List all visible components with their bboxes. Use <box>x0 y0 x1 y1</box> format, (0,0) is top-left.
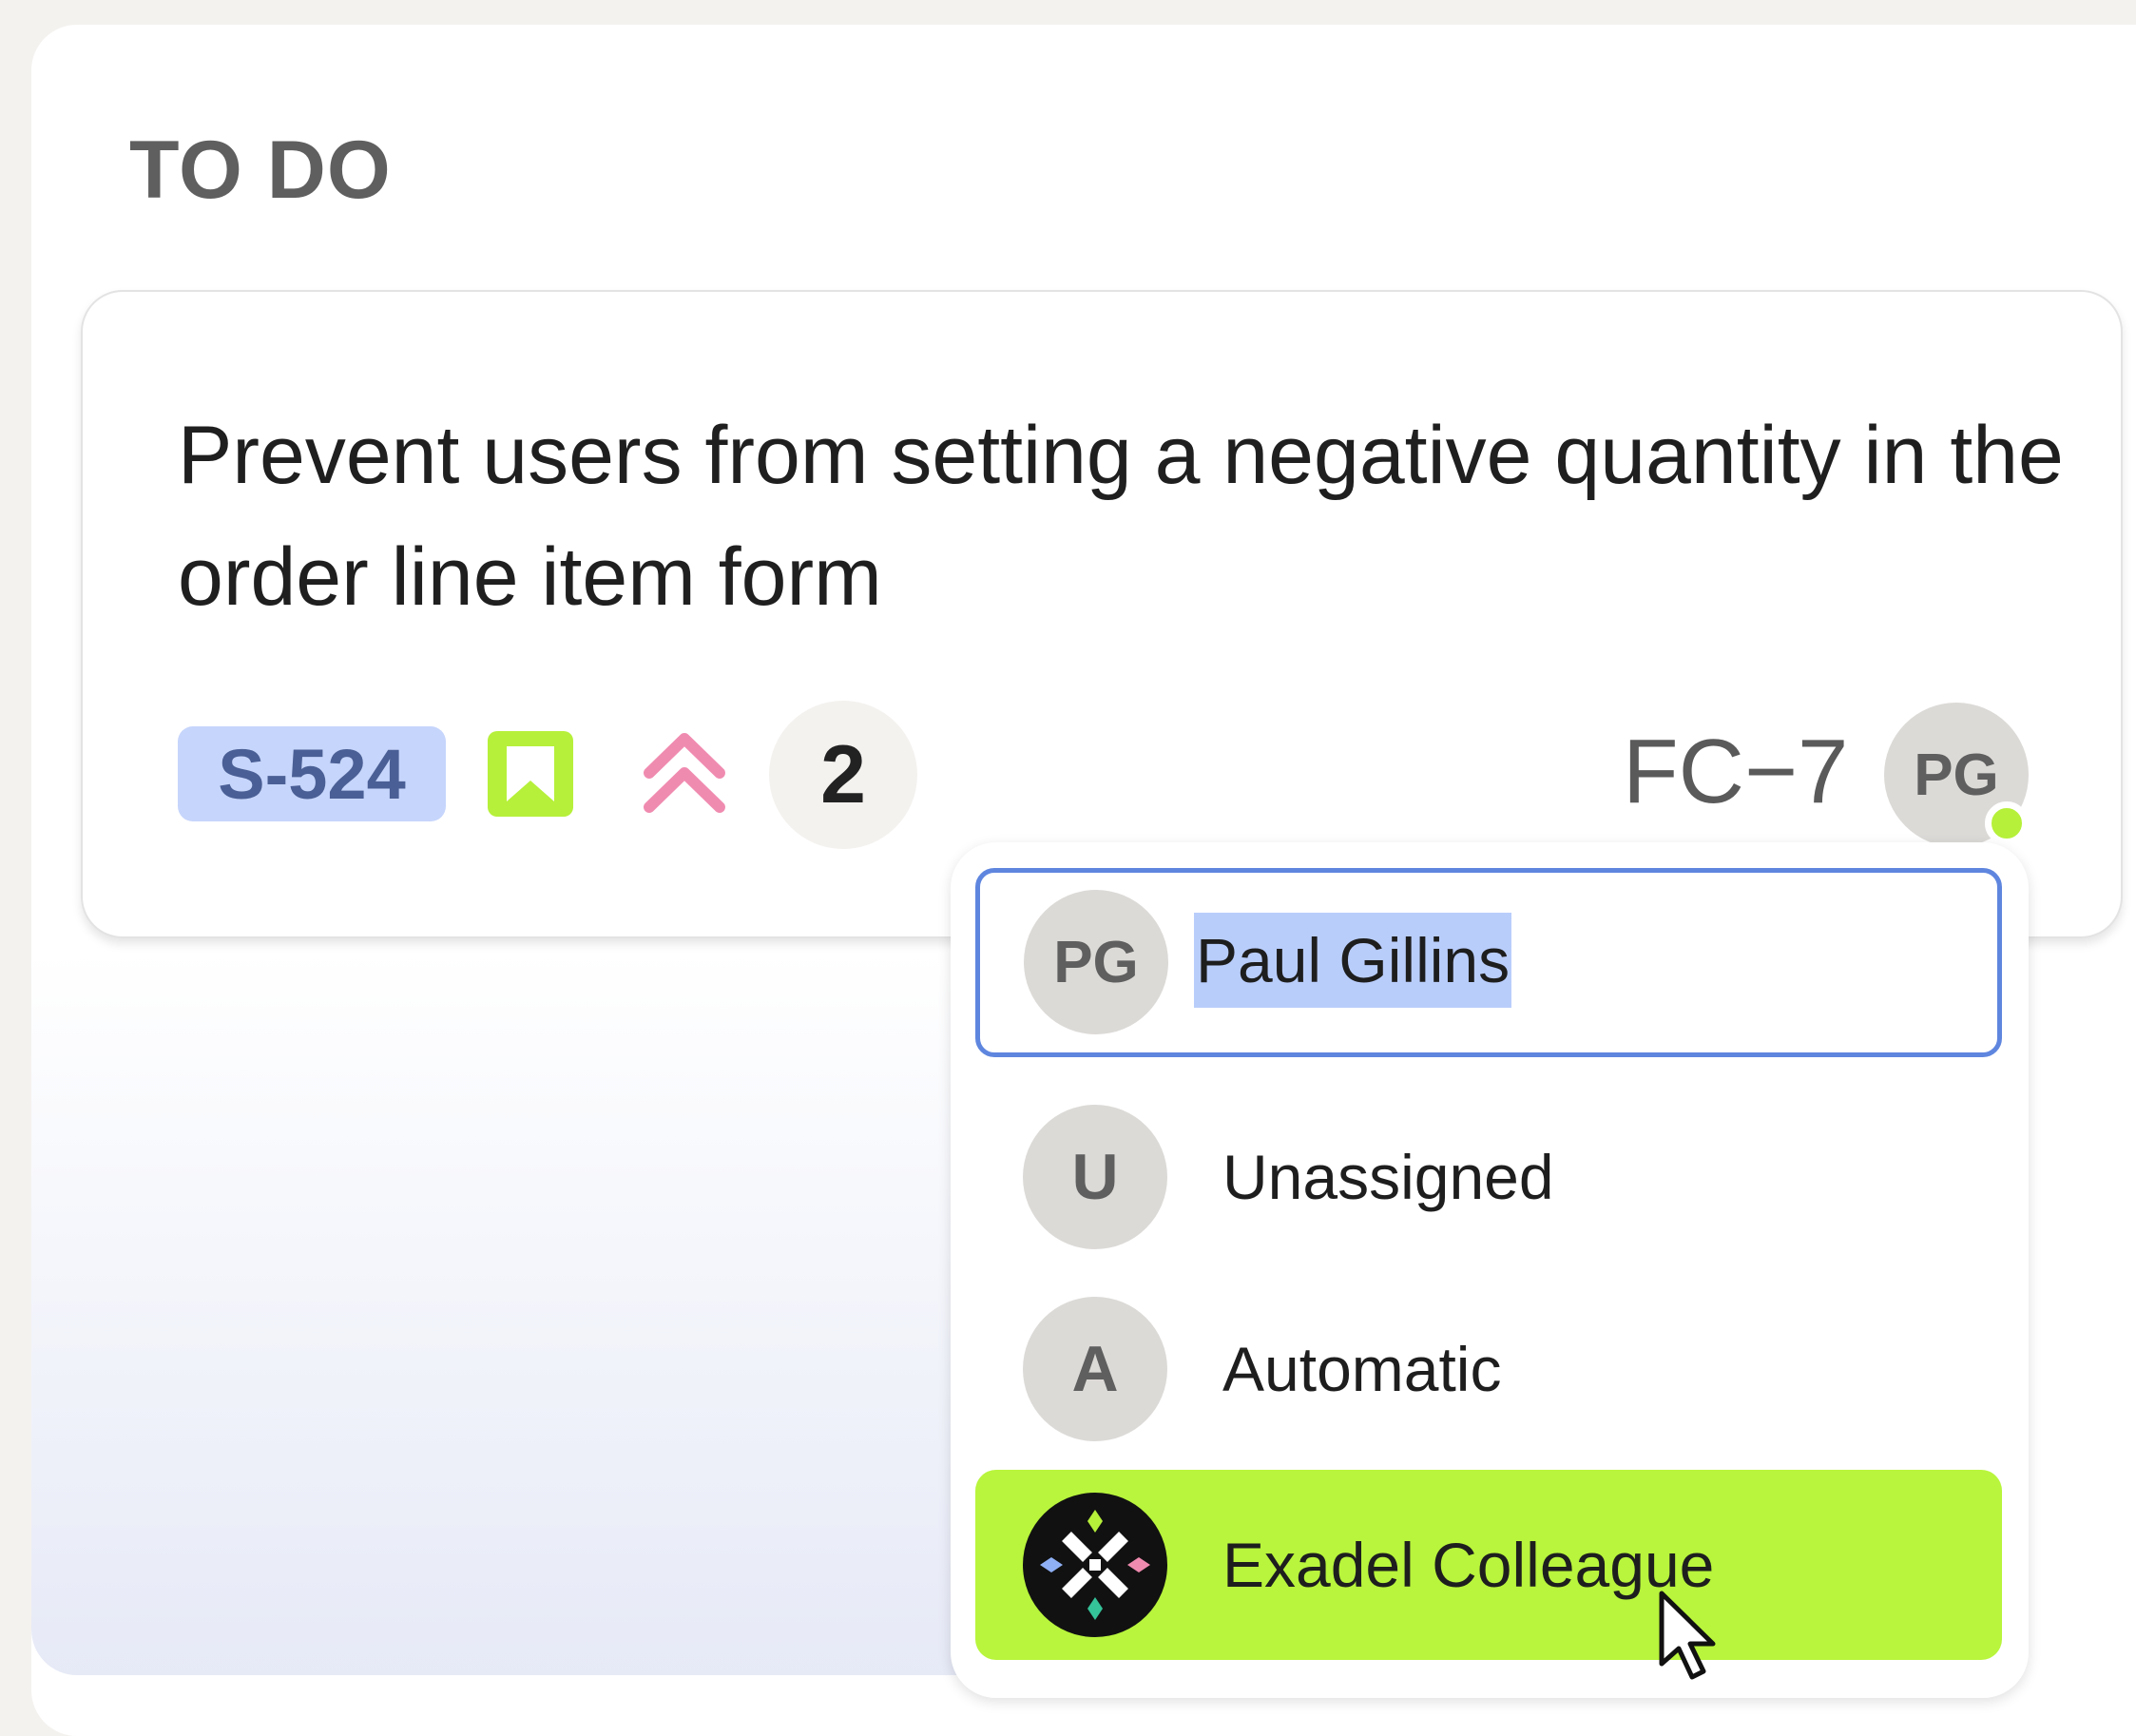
option-label: Unassigned <box>1222 1142 1554 1212</box>
column-title: TO DO <box>129 125 392 216</box>
card-reference: FC−7 <box>1623 721 1849 822</box>
card-title[interactable]: Prevent users from setting a negative qu… <box>178 395 2079 638</box>
option-automatic[interactable]: A Automatic <box>975 1274 2002 1464</box>
option-unassigned[interactable]: U Unassigned <box>975 1082 2002 1272</box>
exadel-logo-icon <box>1023 1493 1167 1637</box>
online-status-dot <box>1985 801 2029 845</box>
mouse-pointer-icon <box>1659 1591 1716 1680</box>
search-value-selected[interactable]: Paul Gillins <box>1194 913 1512 1008</box>
option-exadel-colleague[interactable]: Exadel Colleague <box>975 1470 2002 1660</box>
assignee-search-input[interactable]: PG Paul Gillins <box>975 868 2002 1057</box>
priority-highest-icon <box>644 733 725 813</box>
column-fade <box>31 951 1077 1675</box>
assignee-dropdown: PG Paul Gillins U Unassigned A Automatic… <box>951 842 2029 1698</box>
option-avatar: A <box>1023 1297 1167 1441</box>
search-avatar: PG <box>1024 890 1168 1034</box>
issue-card[interactable]: Prevent users from setting a negative qu… <box>81 290 2123 938</box>
story-bookmark-icon <box>488 731 573 817</box>
option-label: Exadel Colleague <box>1222 1530 1715 1600</box>
option-label: Automatic <box>1222 1334 1502 1404</box>
comment-count-badge: 2 <box>769 701 917 849</box>
option-avatar: U <box>1023 1105 1167 1249</box>
issue-key-badge[interactable]: S-524 <box>178 726 446 821</box>
